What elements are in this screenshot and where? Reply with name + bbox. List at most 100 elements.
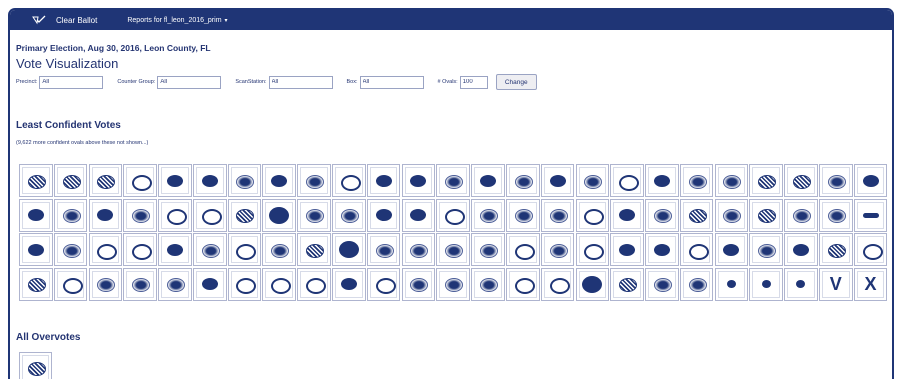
oval-cell[interactable] <box>610 198 644 232</box>
oval-cell[interactable] <box>297 233 331 266</box>
oval-cell[interactable] <box>262 164 297 197</box>
oval-cell[interactable] <box>679 164 714 197</box>
oval-cell[interactable] <box>853 164 888 197</box>
oval-cell[interactable] <box>401 164 436 197</box>
oval-cell[interactable] <box>88 164 123 197</box>
oval-cell[interactable] <box>575 198 610 232</box>
oval-cell[interactable] <box>401 198 436 232</box>
oval-cell[interactable] <box>192 267 227 301</box>
oval-cell[interactable] <box>436 267 470 301</box>
oval-cell[interactable] <box>123 267 157 301</box>
oval-cell[interactable] <box>714 267 749 301</box>
oval-cell[interactable] <box>714 164 749 197</box>
oval-cell[interactable] <box>332 164 366 197</box>
oval-cell[interactable] <box>53 198 88 232</box>
oval-cell[interactable] <box>262 267 297 301</box>
oval-cell[interactable] <box>297 164 331 197</box>
oval-cell[interactable] <box>505 267 540 301</box>
scan-station-input[interactable] <box>268 75 333 89</box>
oval-cell[interactable] <box>332 198 366 232</box>
oval-cell[interactable] <box>679 198 714 232</box>
oval-cell[interactable] <box>784 267 818 301</box>
oval-cell[interactable]: V <box>818 267 853 301</box>
oval-cell[interactable] <box>540 164 575 197</box>
oval-cell[interactable] <box>436 198 470 232</box>
oval-cell[interactable] <box>262 198 297 232</box>
oval-cell[interactable] <box>853 233 888 266</box>
oval-cell[interactable] <box>679 267 714 301</box>
oval-cell[interactable] <box>645 233 679 266</box>
oval-cell[interactable] <box>749 233 783 266</box>
oval-cell[interactable] <box>19 267 53 301</box>
ovals-count-input[interactable] <box>459 75 488 89</box>
oval-cell[interactable] <box>749 164 783 197</box>
oval-cell[interactable] <box>19 164 53 197</box>
oval-cell[interactable] <box>645 198 679 232</box>
oval-cell[interactable] <box>123 198 157 232</box>
oval-cell[interactable] <box>366 198 401 232</box>
oval-cell[interactable] <box>784 233 818 266</box>
oval-cell[interactable] <box>88 198 123 232</box>
oval-cell[interactable] <box>471 233 505 266</box>
oval-cell[interactable] <box>818 164 853 197</box>
oval-cell[interactable] <box>53 267 88 301</box>
reports-dropdown[interactable]: Reports for fl_leon_2016_prim ▾ <box>127 17 227 24</box>
oval-cell[interactable] <box>158 164 192 197</box>
oval-cell[interactable] <box>19 198 53 232</box>
oval-cell[interactable]: X <box>853 267 888 301</box>
oval-cell[interactable] <box>436 233 470 266</box>
oval-cell[interactable] <box>714 233 749 266</box>
oval-cell[interactable] <box>540 233 575 266</box>
oval-cell[interactable] <box>158 198 192 232</box>
oval-cell[interactable] <box>714 198 749 232</box>
counter-group-input[interactable] <box>157 75 222 89</box>
oval-cell[interactable] <box>575 267 610 301</box>
oval-cell[interactable] <box>401 267 436 301</box>
oval-cell[interactable] <box>471 267 505 301</box>
oval-cell[interactable] <box>401 233 436 266</box>
oval-cell[interactable] <box>227 164 262 197</box>
oval-cell[interactable] <box>471 164 505 197</box>
oval-cell[interactable] <box>575 164 610 197</box>
oval-cell[interactable] <box>436 164 470 197</box>
oval-cell[interactable] <box>505 164 540 197</box>
oval-cell[interactable] <box>88 233 123 266</box>
overvote-oval-cell[interactable] <box>19 352 52 379</box>
oval-cell[interactable] <box>227 198 262 232</box>
oval-cell[interactable] <box>853 198 888 232</box>
oval-cell[interactable] <box>262 233 297 266</box>
oval-cell[interactable] <box>610 267 644 301</box>
oval-cell[interactable] <box>123 164 157 197</box>
oval-cell[interactable] <box>471 198 505 232</box>
precinct-input[interactable] <box>39 75 104 89</box>
oval-cell[interactable] <box>610 164 644 197</box>
oval-cell[interactable] <box>366 267 401 301</box>
oval-cell[interactable] <box>645 267 679 301</box>
oval-cell[interactable] <box>818 198 853 232</box>
oval-cell[interactable] <box>505 198 540 232</box>
oval-cell[interactable] <box>332 233 366 266</box>
oval-cell[interactable] <box>540 198 575 232</box>
box-input[interactable] <box>359 75 424 89</box>
oval-cell[interactable] <box>818 233 853 266</box>
brand-name[interactable]: Clear Ballot <box>56 16 97 25</box>
oval-cell[interactable] <box>575 233 610 266</box>
oval-cell[interactable] <box>158 233 192 266</box>
oval-cell[interactable] <box>610 233 644 266</box>
oval-cell[interactable] <box>53 233 88 266</box>
oval-cell[interactable] <box>540 267 575 301</box>
oval-cell[interactable] <box>332 267 366 301</box>
oval-cell[interactable] <box>53 164 88 197</box>
oval-cell[interactable] <box>88 267 123 301</box>
oval-cell[interactable] <box>297 198 331 232</box>
oval-cell[interactable] <box>158 267 192 301</box>
oval-cell[interactable] <box>366 233 401 266</box>
oval-cell[interactable] <box>784 164 818 197</box>
oval-cell[interactable] <box>366 164 401 197</box>
oval-cell[interactable] <box>227 233 262 266</box>
oval-cell[interactable] <box>749 198 783 232</box>
oval-cell[interactable] <box>227 267 262 301</box>
oval-cell[interactable] <box>505 233 540 266</box>
oval-cell[interactable] <box>123 233 157 266</box>
oval-cell[interactable] <box>192 198 227 232</box>
